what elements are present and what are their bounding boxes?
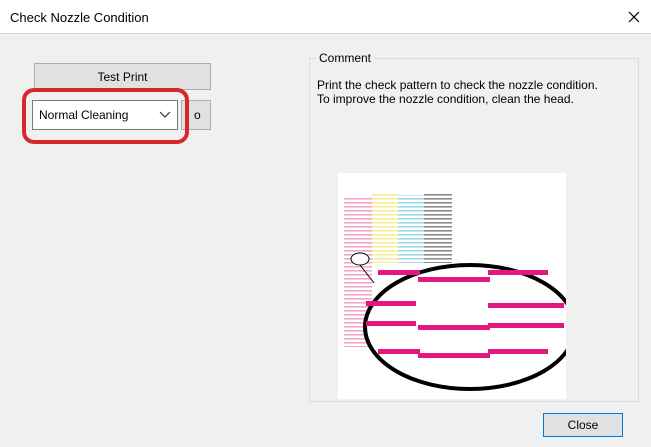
nozzle-pattern-illustration (338, 173, 577, 399)
title-bar: Check Nozzle Condition (0, 0, 651, 34)
cleaning-type-select[interactable]: Normal Cleaning (32, 100, 178, 130)
comment-line-1: Print the check pattern to check the noz… (317, 78, 598, 92)
cleaning-type-value: Normal Cleaning (39, 108, 129, 122)
chevron-down-icon (159, 111, 171, 118)
execute-cleaning-label: o (194, 108, 201, 122)
comment-line-2: To improve the nozzle condition, clean t… (317, 92, 574, 106)
test-print-button[interactable]: Test Print (34, 63, 211, 90)
close-button[interactable]: Close (543, 413, 623, 437)
window-close-button[interactable] (623, 7, 645, 27)
close-icon (628, 11, 640, 23)
window-title: Check Nozzle Condition (10, 10, 149, 25)
close-button-label: Close (567, 418, 599, 432)
nozzle-pattern-image (344, 193, 577, 391)
comment-group-label: Comment (316, 51, 375, 65)
comment-text: Print the check pattern to check the noz… (317, 78, 637, 106)
execute-cleaning-button[interactable]: o (181, 100, 211, 130)
test-print-label: Test Print (97, 69, 148, 84)
